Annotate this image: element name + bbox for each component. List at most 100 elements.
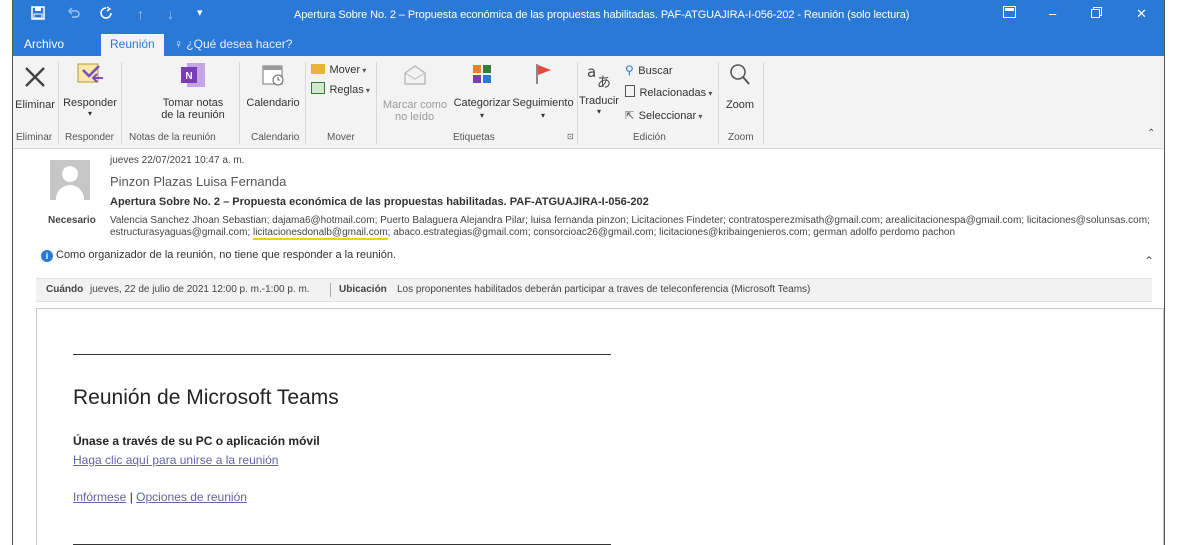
move-folder-icon	[311, 64, 325, 74]
minimize-icon[interactable]: –	[1049, 6, 1056, 21]
svg-text:あ: あ	[597, 75, 611, 90]
screenshot-frame: ↑ ↓ ▾ Apertura Sobre No. 2 – Propuesta e…	[0, 0, 1182, 545]
save-icon[interactable]	[31, 6, 45, 23]
when-value: jueves, 22 de julio de 2021 12:00 p. m.-…	[90, 284, 310, 295]
zoom-button[interactable]: Zoom	[720, 62, 760, 111]
related-button[interactable]: Relacionadas ▾	[625, 83, 712, 101]
redo-icon[interactable]	[99, 6, 113, 23]
join-meeting-link[interactable]: Haga clic aquí para unirse a la reunión	[73, 453, 278, 467]
find-label: Buscar	[638, 65, 673, 77]
required-label: Necesario	[48, 215, 96, 226]
when-label: Cuándo	[46, 284, 84, 295]
group-label-eliminar: Eliminar	[16, 132, 53, 143]
meeting-subject: Apertura Sobre No. 2 – Propuesta económi…	[110, 196, 649, 208]
sender-name[interactable]: Pinzon Plazas Luisa Fernanda	[110, 174, 286, 189]
related-label: Relacionadas	[639, 87, 707, 99]
categorize-button[interactable]: Categorizar ▾	[451, 62, 513, 120]
separator	[239, 62, 240, 144]
delete-button[interactable]: Eliminar	[15, 64, 55, 111]
ribbon-display-icon[interactable]	[1003, 6, 1016, 21]
translate-button[interactable]: aあ Traducir ▾	[579, 60, 619, 116]
mark-unread-button: Marcar como no leído	[381, 62, 449, 123]
join-heading: Únase a través de su PC o aplicación móv…	[73, 434, 320, 448]
respond-button[interactable]: Responder ▾	[61, 60, 119, 118]
down-arrow-icon[interactable]: ↓	[167, 6, 174, 22]
document-icon	[625, 85, 635, 97]
select-dropdown-icon: ▾	[696, 112, 703, 121]
up-arrow-icon[interactable]: ↑	[137, 6, 144, 22]
follow-up-label: Seguimiento	[512, 97, 574, 109]
rules-button[interactable]: Reglas ▾	[311, 80, 370, 98]
undo-icon[interactable]	[67, 6, 81, 23]
delete-label: Eliminar	[15, 99, 55, 111]
dropdown-arrow-icon: ▾	[87, 109, 92, 118]
divider-top	[73, 354, 611, 355]
collapse-ribbon-icon[interactable]: ⌃	[1147, 128, 1155, 139]
learn-more-link[interactable]: Infórmese	[73, 490, 126, 504]
tell-me-label: ¿Qué desea hacer?	[186, 37, 293, 51]
collapse-header-icon[interactable]: ⌃	[1144, 254, 1154, 268]
meeting-options-link[interactable]: Opciones de reunión	[136, 490, 247, 504]
tab-reunion[interactable]: Reunión	[101, 34, 164, 57]
group-label-responder: Responder	[65, 132, 114, 143]
mark-unread-icon	[381, 62, 449, 91]
categorize-label: Categorizar	[453, 97, 511, 109]
onenote-icon: N	[153, 60, 233, 93]
group-label-mover: Mover	[327, 132, 355, 143]
separator	[58, 62, 59, 144]
rules-icon	[311, 82, 325, 94]
calendar-icon	[243, 62, 303, 91]
group-label-calendario: Calendario	[251, 132, 300, 143]
window-title: Apertura Sobre No. 2 – Propuesta económi…	[294, 9, 910, 21]
close-icon[interactable]: ✕	[1136, 6, 1147, 22]
info-icon: i	[41, 250, 53, 262]
links-separator: |	[129, 490, 133, 504]
meeting-notes-label-1: Tomar notas	[162, 97, 224, 109]
follow-up-dropdown-icon: ▾	[540, 111, 545, 120]
find-button[interactable]: ⚲ Buscar	[625, 61, 673, 79]
outlook-window: ↑ ↓ ▾ Apertura Sobre No. 2 – Propuesta e…	[13, 0, 1164, 545]
ribbon: Eliminar Responder ▾ N Tomar notas de la…	[13, 56, 1164, 149]
respond-icon	[61, 60, 119, 93]
tell-me-box[interactable]: ♀ ¿Qué desea hacer?	[174, 37, 292, 51]
attendees-part-2: ; abaco.estrategias@gmail.com; consorcio…	[387, 227, 956, 238]
group-label-edicion: Edición	[633, 132, 666, 143]
highlighted-attendee[interactable]: licitacionesdonalb@gmail.com	[252, 227, 388, 240]
right-border	[1164, 0, 1165, 545]
details-separator	[330, 283, 331, 297]
organizer-info-text: Como organizador de la reunión, no tiene…	[56, 249, 397, 261]
meeting-notes-button[interactable]: N Tomar notas de la reunión	[153, 60, 233, 121]
meeting-details-bar: Cuándo jueves, 22 de julio de 2021 12:00…	[36, 278, 1152, 302]
sent-date: jueves 22/07/2021 10:47 a. m.	[110, 155, 245, 166]
separator	[376, 62, 377, 144]
mark-unread-label-1: Marcar como	[382, 99, 448, 111]
separator	[577, 62, 578, 144]
magnifier-icon	[720, 62, 760, 91]
select-button[interactable]: ⇱ Seleccionar ▾	[625, 106, 702, 124]
avatar	[50, 160, 90, 200]
svg-text:a: a	[587, 63, 596, 81]
flag-icon	[511, 62, 575, 89]
message-body: Reunión de Microsoft Teams Únase a travé…	[36, 308, 1164, 545]
mark-unread-label-2: no leído	[395, 111, 435, 123]
select-label: Seleccionar	[638, 110, 697, 122]
delete-x-icon	[15, 64, 55, 93]
separator	[121, 62, 122, 144]
title-bar: ↑ ↓ ▾ Apertura Sobre No. 2 – Propuesta e…	[13, 0, 1164, 32]
calendar-button[interactable]: Calendario	[243, 62, 303, 109]
separator	[718, 62, 719, 144]
restore-icon[interactable]	[1091, 6, 1102, 21]
group-label-etiquetas: Etiquetas	[453, 132, 495, 143]
cursor-icon: ⇱	[625, 110, 635, 122]
separator	[305, 62, 306, 144]
rules-label: Reglas	[329, 84, 364, 96]
customize-toolbar-icon[interactable]: ▾	[197, 6, 203, 19]
required-attendees[interactable]: Valencia Sanchez Jhoan Sebastian; dajama…	[110, 215, 1150, 240]
dialog-launcher-icon[interactable]: ⊡	[567, 132, 574, 141]
categorize-icon	[451, 62, 513, 89]
tab-archivo[interactable]: Archivo	[24, 37, 64, 51]
organizer-info: i Como organizador de la reunión, no tien…	[41, 249, 396, 262]
move-button[interactable]: Mover ▾	[311, 60, 366, 78]
follow-up-button[interactable]: Seguimiento ▾	[511, 62, 575, 120]
search-icon: ⚲	[625, 63, 634, 77]
